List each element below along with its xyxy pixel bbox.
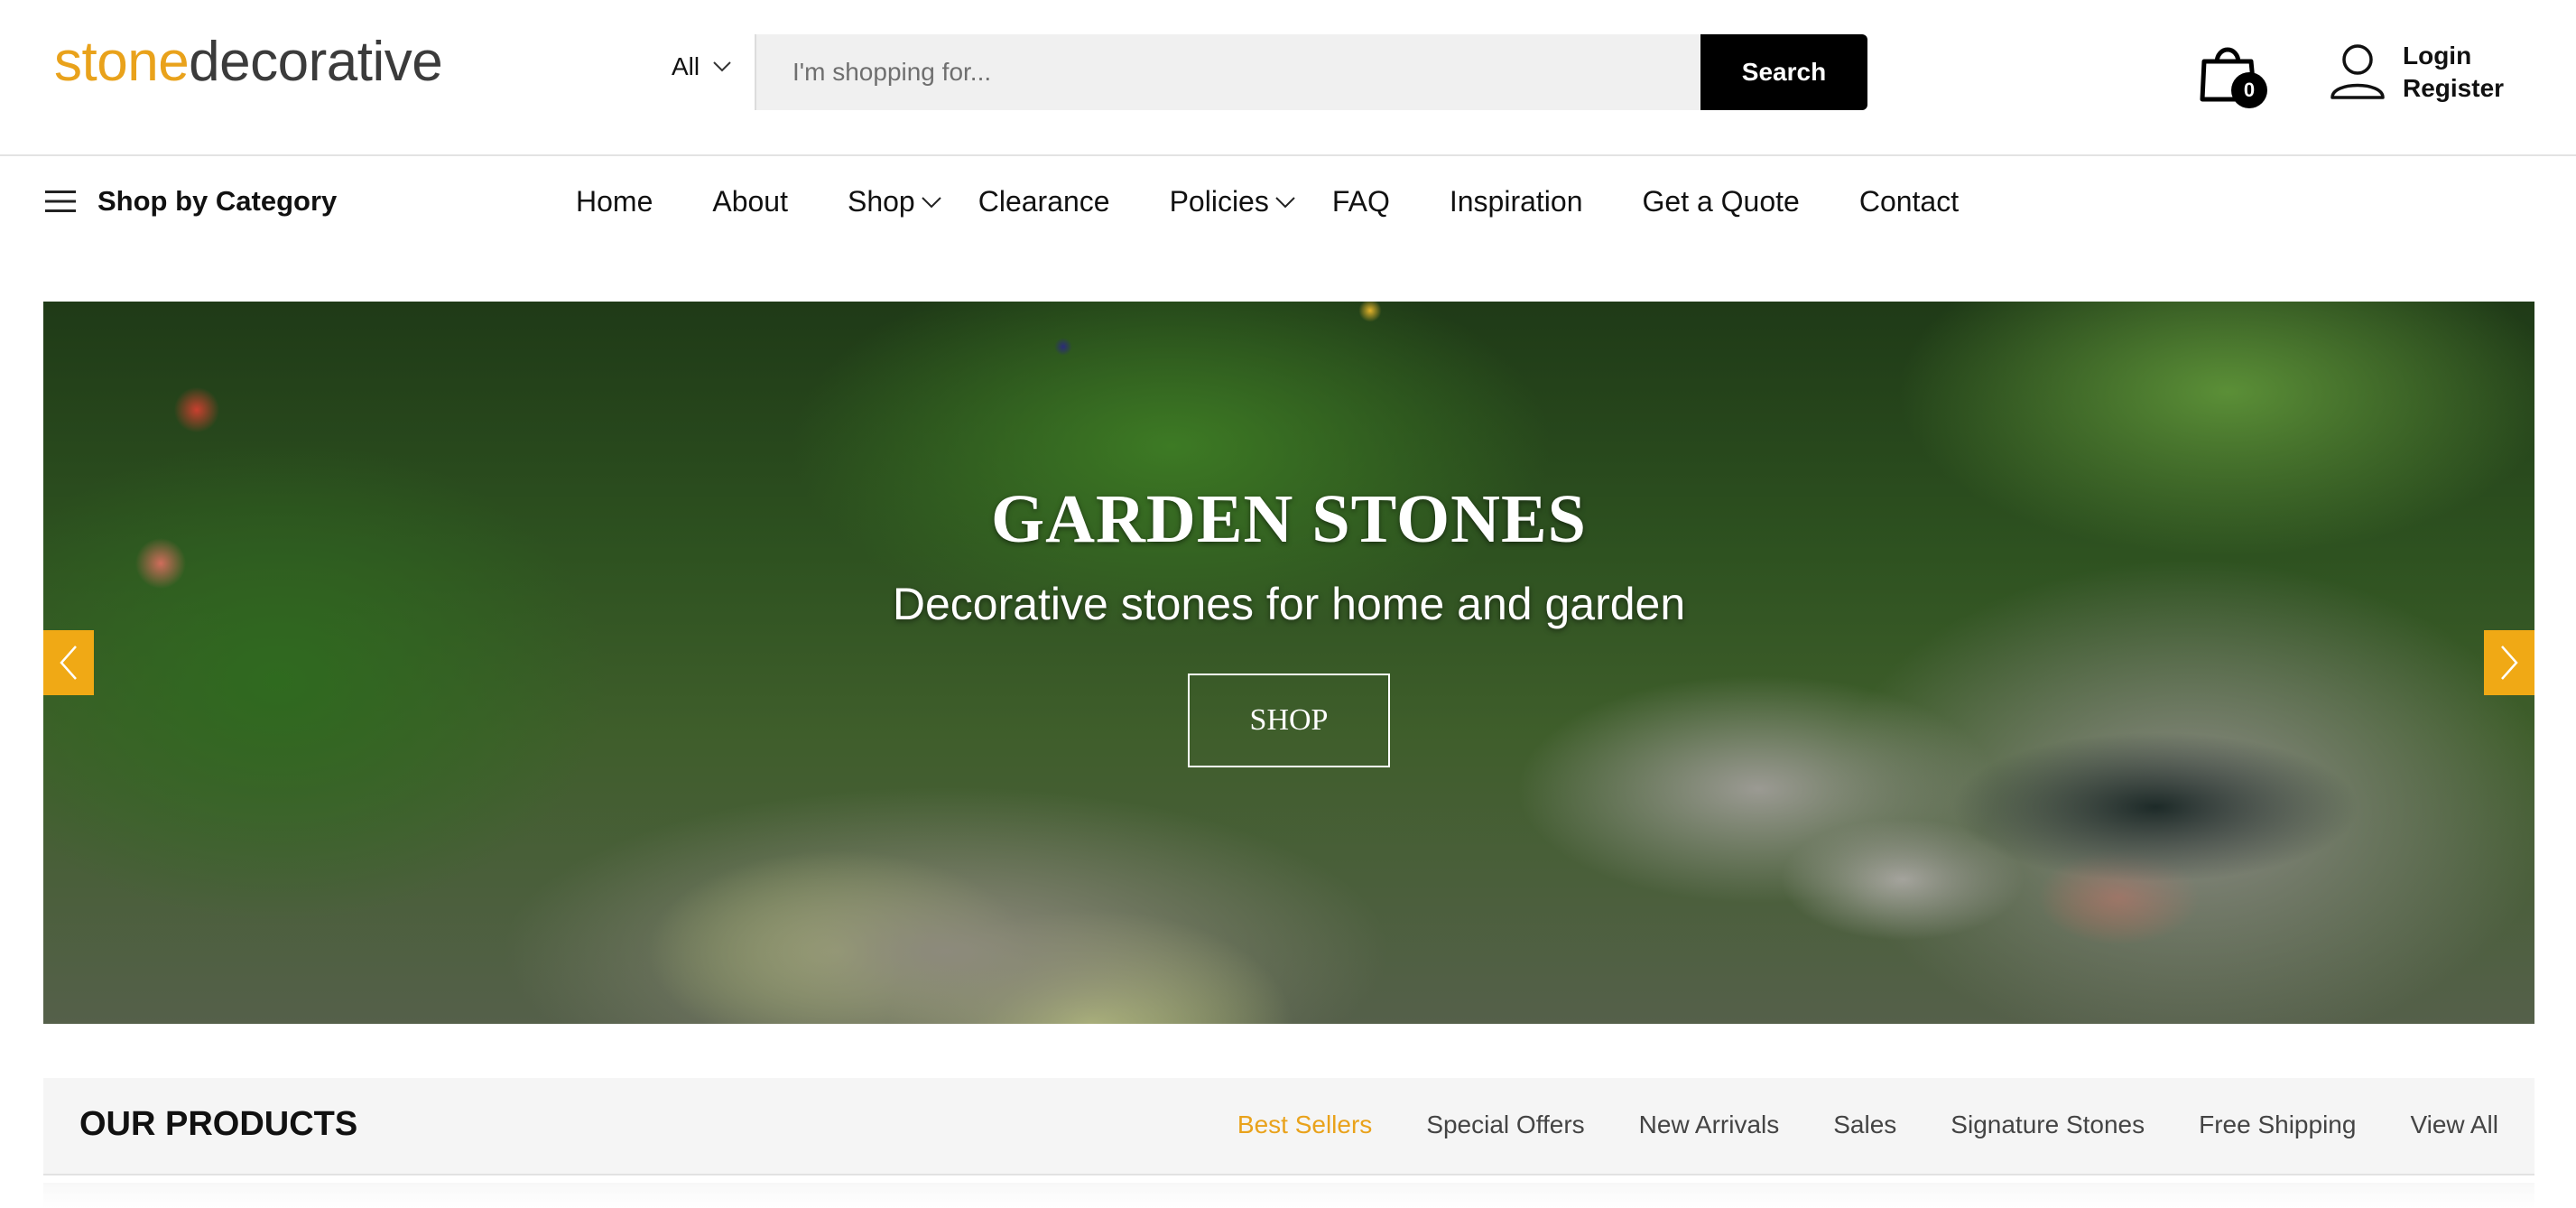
search-category-dropdown[interactable]: All [672, 52, 732, 81]
cart-button[interactable]: 0 [2199, 42, 2271, 110]
nav-item-inspiration[interactable]: Inspiration [1450, 185, 1583, 218]
nav-item-label: Home [576, 185, 653, 218]
nav-menu: Home About Shop Clearance Policies FAQ I… [576, 185, 2018, 218]
products-title: OUR PRODUCTS [79, 1105, 358, 1143]
nav-item-get-a-quote[interactable]: Get a Quote [1643, 185, 1800, 218]
main-navigation: Shop by Category Home About Shop Clearan… [0, 158, 2576, 248]
chevron-right-icon [2501, 646, 2518, 680]
nav-item-about[interactable]: About [712, 185, 788, 218]
chevron-down-icon [1275, 196, 1295, 208]
register-link[interactable]: Register [2403, 72, 2504, 105]
login-link[interactable]: Login [2403, 40, 2504, 72]
chevron-left-icon [60, 646, 77, 680]
tab-best-sellers[interactable]: Best Sellers [1237, 1110, 1372, 1139]
tab-signature-stones[interactable]: Signature Stones [1951, 1110, 2145, 1139]
hero-title: GARDEN STONES [991, 481, 1587, 557]
nav-item-label: Get a Quote [1642, 185, 1800, 218]
products-section-header: OUR PRODUCTS Best Sellers Special Offers… [43, 1078, 2534, 1175]
nav-item-label: Inspiration [1449, 185, 1583, 218]
nav-item-shop[interactable]: Shop [848, 185, 942, 218]
site-header: stonedecorative All Search 0 Login Regis… [0, 0, 2576, 156]
user-icon[interactable] [2329, 42, 2386, 101]
logo-part-stone: stone [54, 31, 190, 93]
hamburger-menu-icon [45, 190, 76, 212]
nav-item-label: Contact [1858, 185, 1960, 218]
content-divider [43, 1183, 2534, 1208]
logo-part-decorative: decorative [189, 31, 443, 93]
chevron-down-icon [713, 61, 731, 72]
nav-item-label: About [712, 185, 788, 218]
account-links: Login Register [2403, 40, 2504, 105]
search-bar: Search [755, 34, 1867, 110]
nav-item-home[interactable]: Home [576, 185, 653, 218]
hero-subtitle: Decorative stones for home and garden [892, 579, 1686, 629]
hero-shop-button[interactable]: SHOP [1188, 674, 1390, 767]
hero-slider: GARDEN STONES Decorative stones for home… [43, 302, 2534, 1024]
tab-new-arrivals[interactable]: New Arrivals [1639, 1110, 1780, 1139]
tab-view-all[interactable]: View All [2410, 1110, 2498, 1139]
nav-item-label: Clearance [978, 185, 1110, 218]
tab-free-shipping[interactable]: Free Shipping [2199, 1110, 2356, 1139]
search-button[interactable]: Search [1700, 34, 1867, 110]
site-logo[interactable]: stonedecorative [54, 31, 443, 93]
product-tabs: Best Sellers Special Offers New Arrivals… [1183, 1110, 2498, 1139]
shop-by-category-button[interactable]: Shop by Category [45, 185, 337, 218]
hero-background-flowers [43, 302, 2534, 1024]
chevron-down-icon [922, 196, 941, 208]
cart-count-badge: 0 [2231, 72, 2267, 108]
tab-sales[interactable]: Sales [1833, 1110, 1896, 1139]
nav-item-label: Policies [1169, 185, 1269, 218]
nav-item-contact[interactable]: Contact [1859, 185, 1959, 218]
nav-item-faq[interactable]: FAQ [1332, 185, 1390, 218]
tab-special-offers[interactable]: Special Offers [1426, 1110, 1584, 1139]
search-category-label: All [672, 52, 700, 80]
nav-item-label: FAQ [1331, 185, 1390, 218]
nav-item-policies[interactable]: Policies [1170, 185, 1296, 218]
nav-item-clearance[interactable]: Clearance [978, 185, 1110, 218]
slider-prev-button[interactable] [43, 630, 94, 695]
nav-item-label: Shop [847, 185, 915, 218]
slider-next-button[interactable] [2484, 630, 2534, 695]
search-input[interactable] [755, 34, 1700, 110]
shop-by-category-label: Shop by Category [97, 185, 338, 217]
